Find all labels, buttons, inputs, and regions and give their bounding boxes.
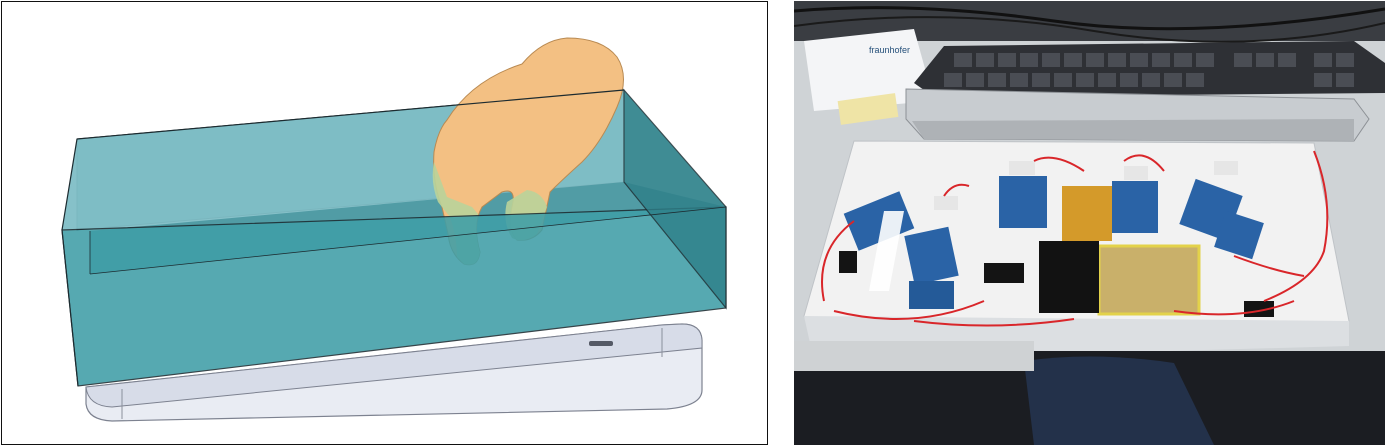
sensor-photo: fraunhofer	[794, 1, 1385, 445]
battery-cover	[1039, 241, 1099, 313]
render-panel	[1, 1, 768, 445]
photo-panel: fraunhofer	[794, 1, 1385, 445]
proto-board	[1062, 186, 1112, 241]
render-illustration	[61, 37, 727, 422]
port-slot	[589, 341, 613, 346]
battery	[1097, 244, 1201, 316]
keyboard	[914, 41, 1385, 97]
document-logo-text: fraunhofer	[869, 45, 910, 55]
